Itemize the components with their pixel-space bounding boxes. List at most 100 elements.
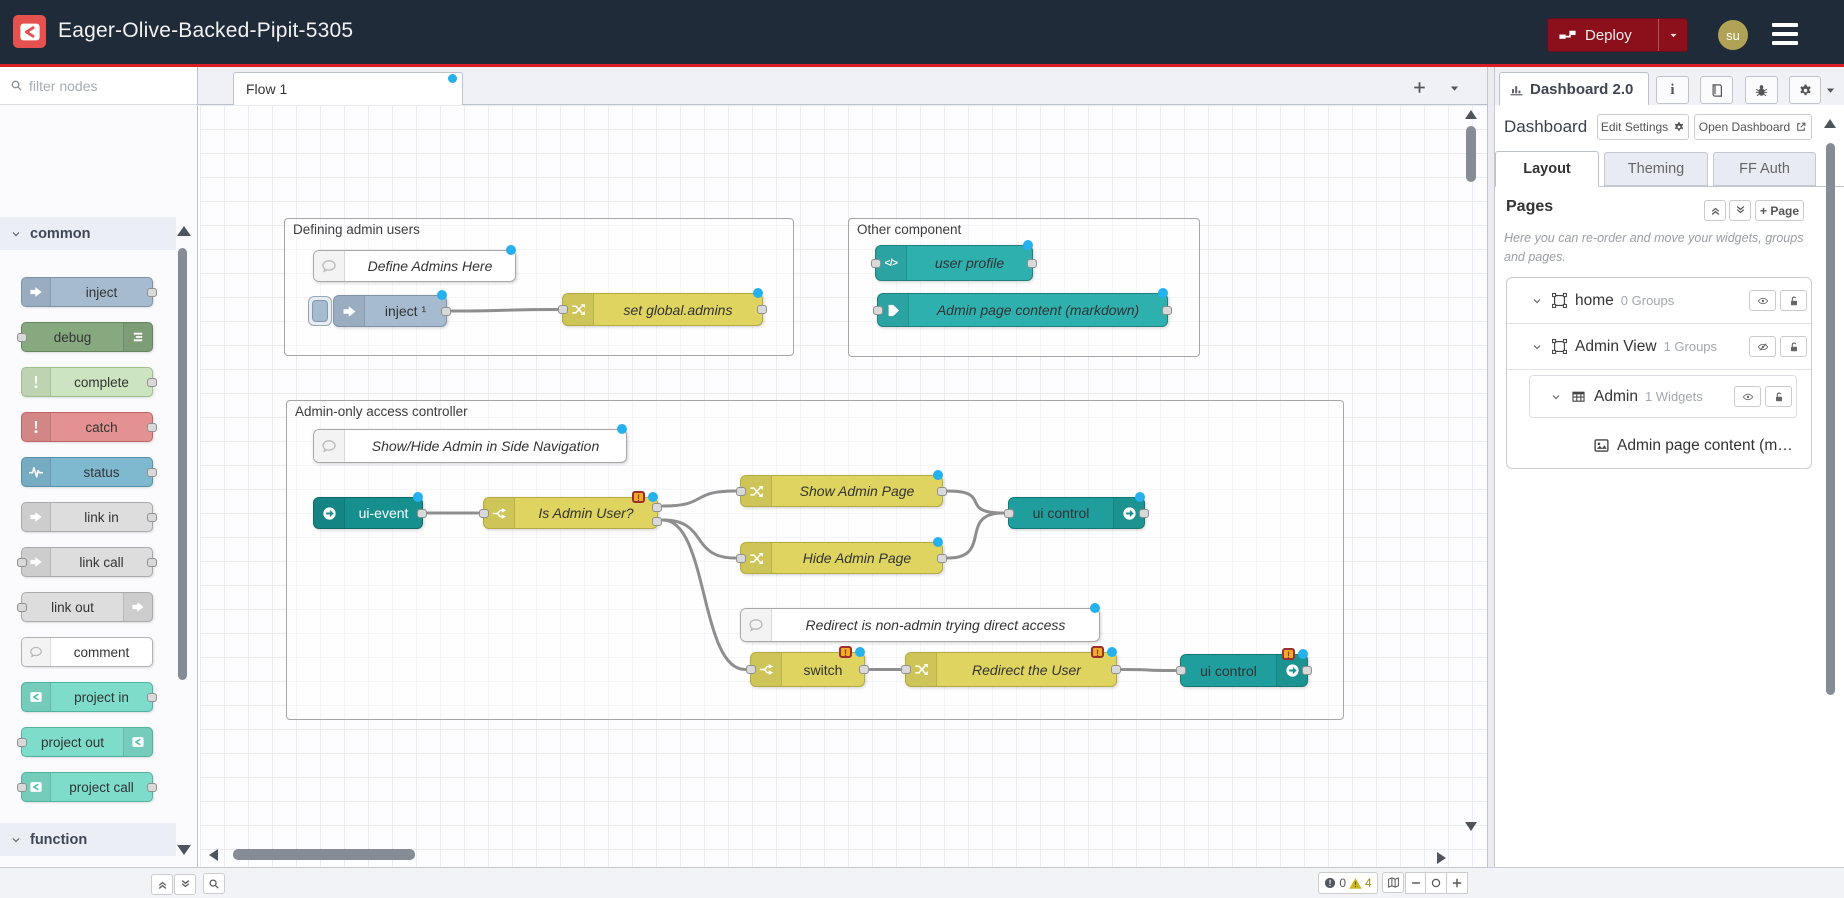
wire-isadmin-to-show[interactable] <box>663 491 735 506</box>
input-port[interactable] <box>736 554 746 563</box>
input-port[interactable] <box>17 333 27 342</box>
flow-node-Is-Admin-User-[interactable]: Is Admin User?! <box>483 497 658 529</box>
output-port-1[interactable] <box>859 665 869 674</box>
output-port[interactable] <box>147 783 157 792</box>
output-port-1[interactable] <box>1111 665 1121 674</box>
flow-node-Show-Admin-Page[interactable]: Show Admin Page <box>740 475 943 507</box>
info-tab-button[interactable]: i <box>1656 76 1689 104</box>
flow-node-ui-control[interactable]: ui control <box>1008 497 1145 529</box>
lock-button[interactable] <box>1780 336 1807 357</box>
flow-canvas[interactable]: Defining admin usersOther componentAdmin… <box>200 105 1487 867</box>
flow-node-Admin-page-content-markdown-[interactable]: Admin page content (markdown) <box>877 293 1168 327</box>
output-port-1[interactable] <box>1302 666 1312 675</box>
output-port[interactable] <box>147 513 157 522</box>
output-port[interactable] <box>147 288 157 297</box>
output-port-1[interactable] <box>652 503 662 512</box>
input-port[interactable] <box>479 509 489 518</box>
palette-node-link-call[interactable]: link call <box>21 547 153 577</box>
output-port[interactable] <box>147 468 157 477</box>
add-page-button[interactable]: + Page <box>1755 200 1804 221</box>
flow-node-Hide-Admin-Page[interactable]: Hide Admin Page <box>740 542 943 574</box>
output-port-2[interactable] <box>652 517 662 526</box>
pages-collapse-all-button[interactable] <box>1704 200 1726 221</box>
palette-node-debug[interactable]: debug <box>21 322 153 352</box>
input-port[interactable] <box>901 665 911 674</box>
deploy-options-caret[interactable] <box>1658 19 1687 51</box>
palette-node-inject[interactable]: inject <box>21 277 153 307</box>
sidebar-tabs-caret[interactable] <box>1824 84 1837 97</box>
canvas-scroll-down[interactable] <box>1465 822 1477 831</box>
zoom-out-button[interactable] <box>1405 872 1426 894</box>
tab-theming[interactable]: Theming <box>1604 152 1708 186</box>
wire-isadmin-to-hide[interactable] <box>663 520 735 558</box>
tree-row-Admin[interactable]: Admin1 Widgets <box>1530 376 1796 417</box>
config-tab-button[interactable] <box>1789 76 1821 104</box>
palette-node-project-in[interactable]: project in <box>21 682 153 712</box>
output-port[interactable] <box>147 423 157 432</box>
zoom-in-button[interactable] <box>1447 872 1468 894</box>
canvas-scroll-up[interactable] <box>1465 110 1477 119</box>
flow-node-Redirect-is-non-admin-trying-direct-access[interactable]: Redirect is non-admin trying direct acce… <box>740 608 1100 642</box>
palette-scrollbar-thumb[interactable] <box>178 248 187 680</box>
flow-node-set-global-admins[interactable]: set global.admins <box>562 293 763 326</box>
canvas-scroll-left[interactable] <box>209 849 218 861</box>
input-port[interactable] <box>17 603 27 612</box>
palette[interactable]: commoninjectdebugcompletecatchstatuslink… <box>0 105 198 867</box>
flow-node-Define-Admins-Here[interactable]: Define Admins Here <box>313 250 516 282</box>
main-menu-button[interactable] <box>1772 23 1798 45</box>
output-port[interactable] <box>147 693 157 702</box>
output-port-1[interactable] <box>441 307 451 316</box>
input-port[interactable] <box>736 487 746 496</box>
wire-hide-to-uic1[interactable] <box>948 513 1003 558</box>
canvas-vscrollbar-thumb[interactable] <box>1466 126 1476 182</box>
flow-node-user-profile[interactable]: </>user profile <box>875 245 1033 281</box>
palette-category-function[interactable]: function <box>0 823 176 856</box>
flow-node-Redirect-the-User[interactable]: Redirect the User! <box>905 652 1117 687</box>
input-port[interactable] <box>17 783 27 792</box>
wire-redir-to-uic2[interactable] <box>1122 670 1175 671</box>
palette-node-comment[interactable]: comment <box>21 637 153 667</box>
add-flow-button[interactable] <box>1412 80 1427 95</box>
palette-node-status[interactable]: status <box>21 457 153 487</box>
inject-trigger-button[interactable] <box>308 296 332 326</box>
canvas-hscrollbar-thumb[interactable] <box>233 849 415 860</box>
tree-row-Admin-page-content-m-[interactable]: Admin page content (m… <box>1507 423 1811 468</box>
output-port-1[interactable] <box>1162 306 1172 315</box>
output-port-1[interactable] <box>757 305 767 314</box>
canvas-search-button[interactable] <box>203 873 225 894</box>
visibility-button[interactable] <box>1734 386 1761 407</box>
flow-node-ui-event[interactable]: ui-event <box>313 497 423 529</box>
visibility-off-button[interactable] <box>1749 336 1776 357</box>
input-port[interactable] <box>1004 509 1014 518</box>
palette-collapse-categories-button[interactable] <box>151 874 173 895</box>
wire-inject-to-set[interactable] <box>452 310 557 312</box>
palette-scroll-up[interactable] <box>177 226 191 236</box>
notification-counts[interactable]: 0 4 <box>1318 872 1378 894</box>
output-port-1[interactable] <box>1027 259 1037 268</box>
palette-expand-categories-button[interactable] <box>174 874 196 895</box>
input-port[interactable] <box>17 738 27 747</box>
lock-button[interactable] <box>1765 386 1792 407</box>
tree-row-home[interactable]: home0 Groups <box>1507 278 1811 324</box>
tree-row-Admin-View[interactable]: Admin View1 Groups <box>1507 324 1811 370</box>
avatar[interactable]: su <box>1718 20 1748 50</box>
palette-node-complete[interactable]: complete <box>21 367 153 397</box>
palette-node-project-out[interactable]: project out <box>21 727 153 757</box>
input-port[interactable] <box>746 665 756 674</box>
help-tab-button[interactable] <box>1700 76 1733 104</box>
palette-node-link-out[interactable]: link out <box>21 592 153 622</box>
palette-node-project-call[interactable]: project call <box>21 772 153 802</box>
output-port[interactable] <box>147 378 157 387</box>
input-port[interactable] <box>1176 666 1186 675</box>
input-port[interactable] <box>871 259 881 268</box>
tab-dashboard-2[interactable]: Dashboard 2.0 <box>1499 72 1649 106</box>
tab-ff-auth[interactable]: FF Auth <box>1713 152 1816 186</box>
sidebar-scrollbar-thumb[interactable] <box>1826 143 1835 695</box>
flow-node-ui-control[interactable]: ui control! <box>1180 654 1308 687</box>
input-port[interactable] <box>17 558 27 567</box>
output-port[interactable] <box>147 558 157 567</box>
sidebar-scroll-up[interactable] <box>1824 119 1836 128</box>
sidebar-resize-handle[interactable] <box>1487 67 1495 898</box>
pages-expand-all-button[interactable] <box>1729 200 1751 221</box>
wire-isadmin-to-sw[interactable] <box>663 520 745 670</box>
